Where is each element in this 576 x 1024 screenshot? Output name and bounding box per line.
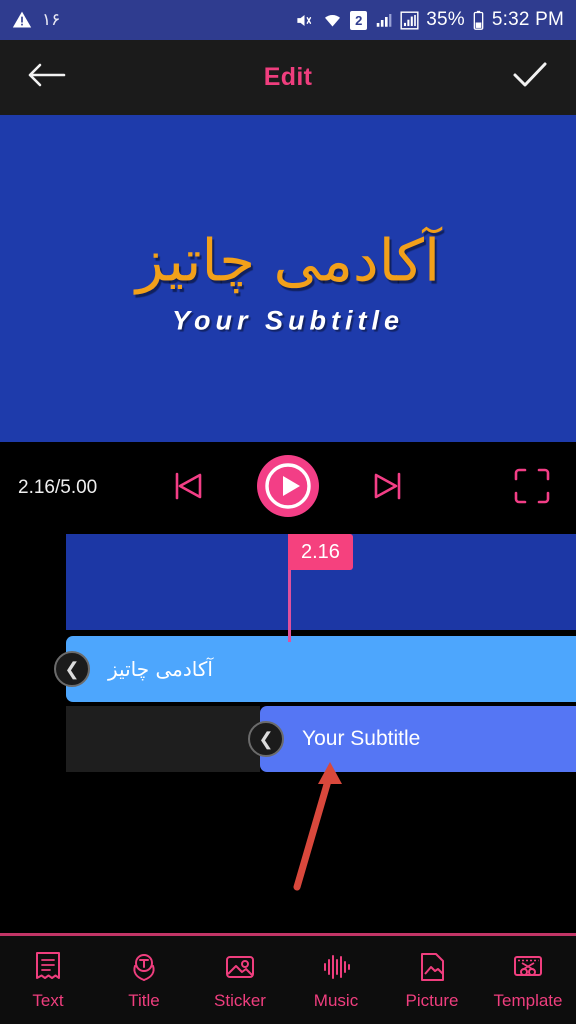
sticker-image-icon [223,950,257,984]
timeline[interactable]: آکادمی چاتیز ❮ ❯ Your Subtitle ❮ ❯ 2.16 [0,534,576,930]
app-bar: Edit [0,40,576,115]
wifi-icon [322,11,343,30]
preview-title-text[interactable]: آکادمی چاتیز [0,221,576,299]
chevron-left-handle-icon[interactable]: ❮ [54,651,90,687]
toolbar-item-title[interactable]: Title [96,950,192,1011]
status-bar-left: ۱۶ [12,10,60,30]
signal-bars-icon [374,11,393,29]
toolbar-item-sticker[interactable]: Sticker [192,950,288,1011]
toolbar-item-template[interactable]: Template [480,950,576,1011]
sim-indicator: 2 [350,10,368,30]
back-arrow-icon[interactable] [26,60,68,95]
skip-previous-icon[interactable] [168,466,208,511]
battery-icon [472,10,485,30]
toolbar-label: Text [32,990,64,1010]
page-title: Edit [263,63,313,91]
preview-content: آکادمی چاتیز Your Subtitle [0,221,576,336]
player-controls: 2.16/5.00 [0,442,576,534]
toolbar-label: Picture [405,990,459,1010]
picture-file-icon [415,950,449,984]
template-filmstrip-icon [511,950,545,984]
notification-count: ۱۶ [42,10,61,29]
video-preview[interactable]: آکادمی چاتیز Your Subtitle [0,115,576,442]
status-bar: ۱۶ 2 35% 5:32 PM [0,0,576,40]
time-display: 2.16/5.00 [18,477,98,498]
timeline-clip-title[interactable]: آکادمی چاتیز ❮ ❯ [54,636,576,702]
text-document-icon [31,950,65,984]
toolbar-item-picture[interactable]: Picture [384,950,480,1011]
skip-next-icon[interactable] [368,466,408,511]
play-icon[interactable] [256,454,320,523]
timeline-row-subtitle: Your Subtitle ❮ ❯ [66,706,576,772]
toolbar-label: Title [128,990,160,1010]
toolbar-label: Music [313,990,359,1010]
status-bar-right: 2 35% 5:32 PM [294,9,564,31]
fullscreen-icon[interactable] [512,466,552,511]
battery-percent: 35% [426,9,465,30]
app-root: ۱۶ 2 35% 5:32 PM Edit آکادمی چاتیز Your … [0,0,576,1024]
signal-bars-boxed-icon [400,10,419,30]
toolbar-item-text[interactable]: Text [0,950,96,1011]
volume-mute-icon [294,11,315,30]
bottom-toolbar: Text Title Sticker Music Picture Templat… [0,936,576,1024]
status-bar-clock: 5:32 PM [491,9,564,30]
checkmark-icon[interactable] [510,59,550,96]
empty-track-segment[interactable] [66,706,260,772]
toolbar-label: Sticker [214,990,266,1010]
clip-label: Your Subtitle [302,727,421,750]
timeline-clip-subtitle[interactable]: Your Subtitle ❮ ❯ [248,706,576,772]
warning-triangle-icon [12,10,32,30]
playhead-time-badge: 2.16 [288,534,353,570]
toolbar-item-music[interactable]: Music [288,950,384,1011]
preview-subtitle-text[interactable]: Your Subtitle [0,305,576,336]
toolbar-label: Template [493,990,563,1010]
title-laurel-icon [127,950,161,984]
timeline-row-title: آکادمی چاتیز ❮ ❯ [54,636,576,702]
chevron-left-handle-icon[interactable]: ❮ [248,721,284,757]
clip-label: آکادمی چاتیز [108,657,213,681]
music-waveform-icon [319,950,353,984]
